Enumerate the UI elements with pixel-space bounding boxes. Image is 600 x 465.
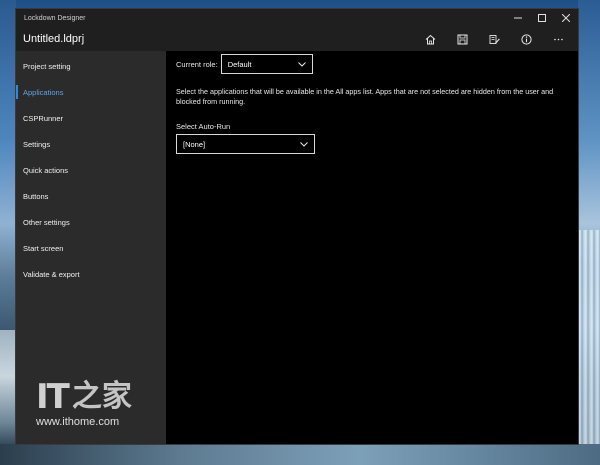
nav-item-label: Quick actions bbox=[23, 165, 69, 175]
window-controls bbox=[506, 9, 578, 27]
current-role-label: Current role: bbox=[176, 59, 218, 69]
more-icon bbox=[553, 38, 563, 40]
save-button[interactable] bbox=[446, 27, 478, 51]
chevron-down-icon bbox=[300, 141, 308, 147]
nav-item-applications[interactable]: Applications bbox=[16, 79, 166, 105]
auto-run-label: Select Auto-Run bbox=[176, 122, 231, 131]
app-command-bar: Untitled.ldprj bbox=[16, 27, 578, 51]
wallpaper-rocks bbox=[0, 330, 16, 445]
home-button[interactable] bbox=[414, 27, 446, 51]
nav-item-validate-export[interactable]: Validate & export bbox=[16, 261, 166, 287]
content-pane: Current role: Default Select the applica… bbox=[166, 51, 578, 444]
nav-item-label: Settings bbox=[23, 139, 51, 149]
edit-icon bbox=[489, 34, 500, 44]
nav-item-label: Validate & export bbox=[23, 269, 80, 279]
home-icon bbox=[425, 34, 435, 44]
site-watermark: IT 之家 www.ithome.com bbox=[36, 380, 136, 440]
auto-run-dropdown[interactable]: [None] bbox=[176, 134, 315, 154]
nav-item-label: Other settings bbox=[23, 217, 70, 227]
watermark-logo-latin: IT bbox=[36, 377, 70, 417]
chevron-down-icon bbox=[297, 61, 306, 67]
current-role-value: Default bbox=[227, 59, 252, 69]
nav-item-project-setting[interactable]: Project setting bbox=[16, 53, 166, 79]
watermark-logo: IT 之家 bbox=[36, 377, 136, 417]
watermark-url: www.ithome.com bbox=[36, 416, 120, 428]
close-icon bbox=[562, 14, 570, 22]
applications-description: Select the applications that will be ava… bbox=[176, 87, 554, 106]
nav-list: Project setting Applications CSPRunner S… bbox=[16, 51, 166, 287]
maximize-icon bbox=[538, 14, 546, 22]
minimize-button[interactable] bbox=[506, 9, 530, 27]
info-icon bbox=[520, 33, 532, 45]
close-button[interactable] bbox=[554, 9, 578, 27]
nav-item-cspr-runner[interactable]: CSPRunner bbox=[16, 105, 166, 131]
nav-item-start-screen[interactable]: Start screen bbox=[16, 235, 166, 261]
window-title: Lockdown Designer bbox=[24, 14, 86, 22]
more-button[interactable] bbox=[542, 27, 574, 51]
document-name: Untitled.ldprj bbox=[23, 33, 85, 45]
watermark-logo-cjk: 之家 bbox=[71, 379, 132, 414]
info-button[interactable] bbox=[510, 27, 542, 51]
desktop-wallpaper-bottom bbox=[0, 444, 600, 465]
current-role-row: Current role: Default bbox=[176, 54, 313, 74]
current-role-dropdown[interactable]: Default bbox=[220, 54, 313, 74]
command-bar-icons bbox=[414, 27, 578, 51]
maximize-button[interactable] bbox=[530, 9, 554, 27]
nav-item-label: Start screen bbox=[23, 243, 64, 253]
nav-item-quick-actions[interactable]: Quick actions bbox=[16, 157, 166, 183]
window-titlebar: Lockdown Designer bbox=[16, 9, 578, 27]
save-icon bbox=[457, 34, 467, 44]
nav-item-label: Project setting bbox=[23, 61, 71, 71]
auto-run-value: [None] bbox=[183, 139, 206, 149]
nav-item-label: Applications bbox=[23, 87, 64, 97]
nav-item-buttons[interactable]: Buttons bbox=[16, 183, 166, 209]
minimize-icon bbox=[514, 17, 522, 19]
nav-item-other-settings[interactable]: Other settings bbox=[16, 209, 166, 235]
edit-button[interactable] bbox=[478, 27, 510, 51]
nav-item-settings[interactable]: Settings bbox=[16, 131, 166, 157]
wallpaper-waterfall bbox=[578, 230, 600, 445]
nav-item-label: CSPRunner bbox=[23, 113, 64, 123]
nav-item-label: Buttons bbox=[23, 191, 49, 201]
